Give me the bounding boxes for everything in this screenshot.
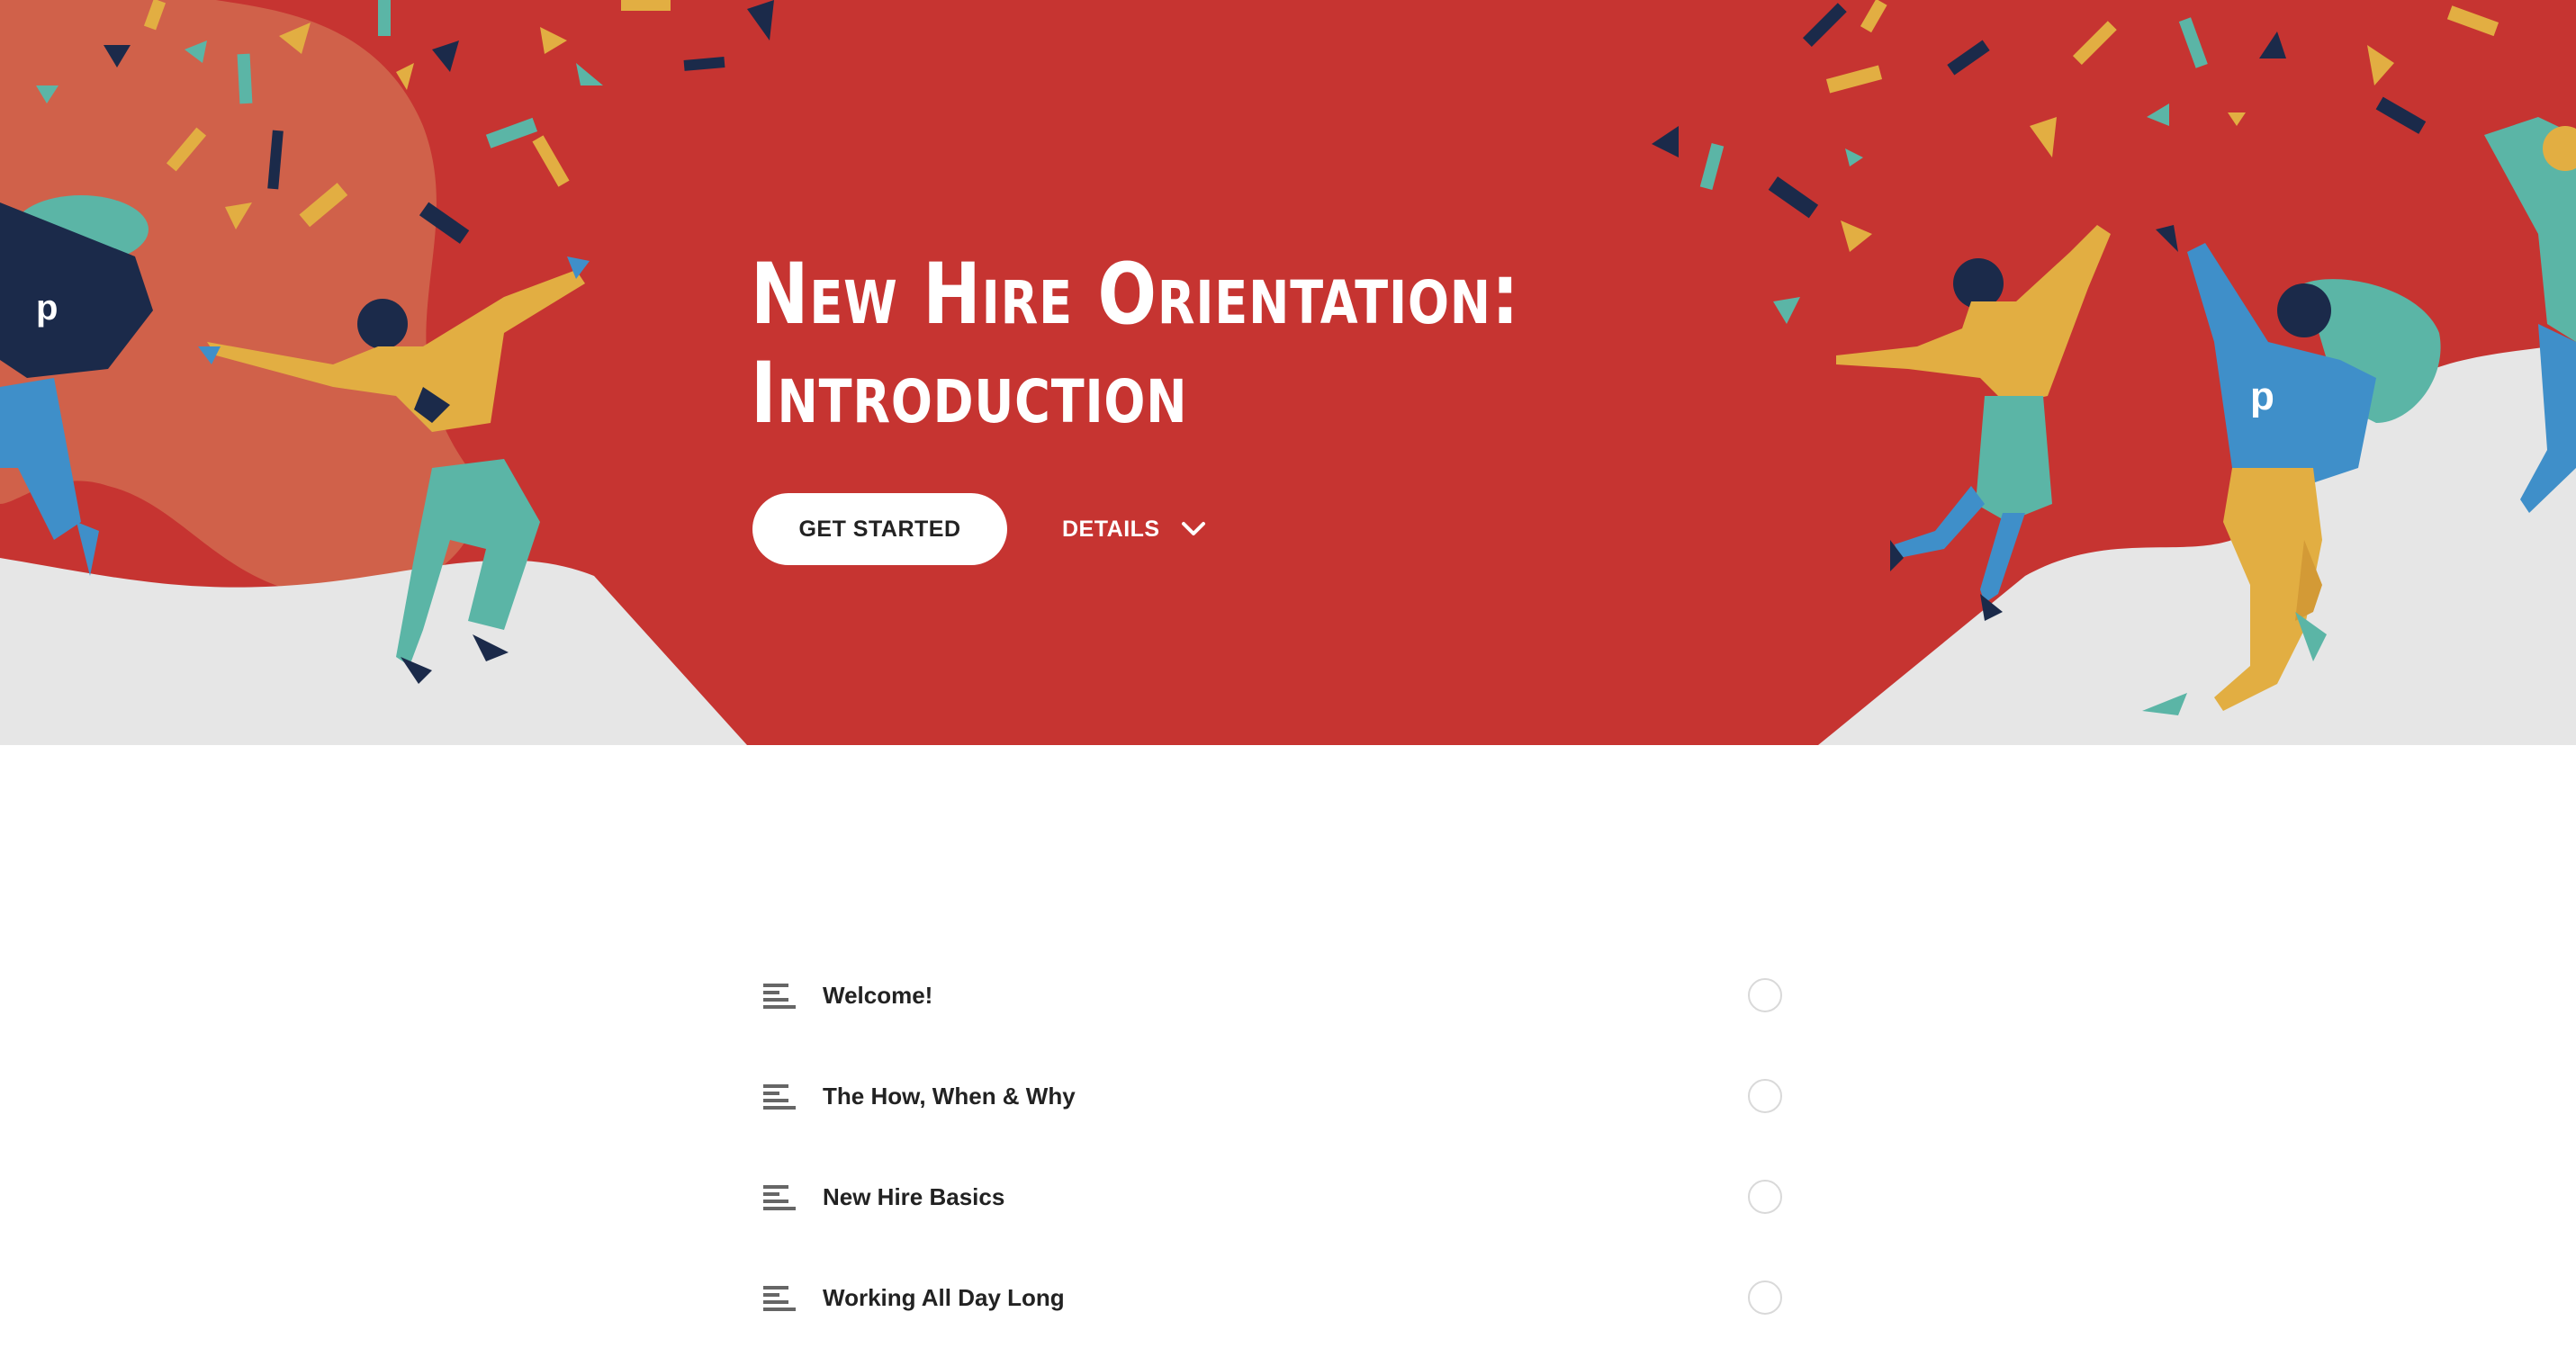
lesson-label: The How, When & Why xyxy=(823,1082,1076,1110)
lesson-item[interactable]: Working All Day Long xyxy=(756,1247,1782,1348)
lesson-label: New Hire Basics xyxy=(823,1182,1005,1210)
completion-circle xyxy=(1748,978,1782,1012)
lesson-item[interactable]: New Hire Basics xyxy=(756,1146,1782,1247)
svg-text:p: p xyxy=(2250,374,2274,418)
text-lines-icon xyxy=(763,1185,796,1210)
details-toggle[interactable]: DETAILS xyxy=(1062,504,1207,554)
lesson-item[interactable]: The How, When & Why xyxy=(756,1046,1782,1146)
text-lines-icon xyxy=(763,984,796,1009)
hero-banner: p p New Hire Orientation: Introduction G… xyxy=(0,0,2576,745)
completion-circle xyxy=(1748,1281,1782,1315)
page-title: New Hire Orientation: Introduction xyxy=(751,245,1520,444)
lesson-item[interactable]: Welcome! xyxy=(756,945,1782,1046)
lesson-label: Welcome! xyxy=(823,981,933,1009)
lesson-list: Welcome! The How, When & Why New Hire Ba… xyxy=(756,945,1782,1348)
get-started-button[interactable]: GET STARTED xyxy=(752,493,1007,565)
details-label: DETAILS xyxy=(1062,516,1160,542)
text-lines-icon xyxy=(763,1084,796,1110)
title-line-2: Introduction xyxy=(751,344,1188,443)
completion-circle xyxy=(1748,1180,1782,1214)
completion-circle xyxy=(1748,1079,1782,1113)
title-line-1: New Hire Orientation: xyxy=(751,245,1520,344)
svg-text:p: p xyxy=(36,288,58,328)
lesson-label: Working All Day Long xyxy=(823,1283,1065,1311)
chevron-down-icon xyxy=(1181,522,1205,535)
text-lines-icon xyxy=(763,1286,796,1311)
